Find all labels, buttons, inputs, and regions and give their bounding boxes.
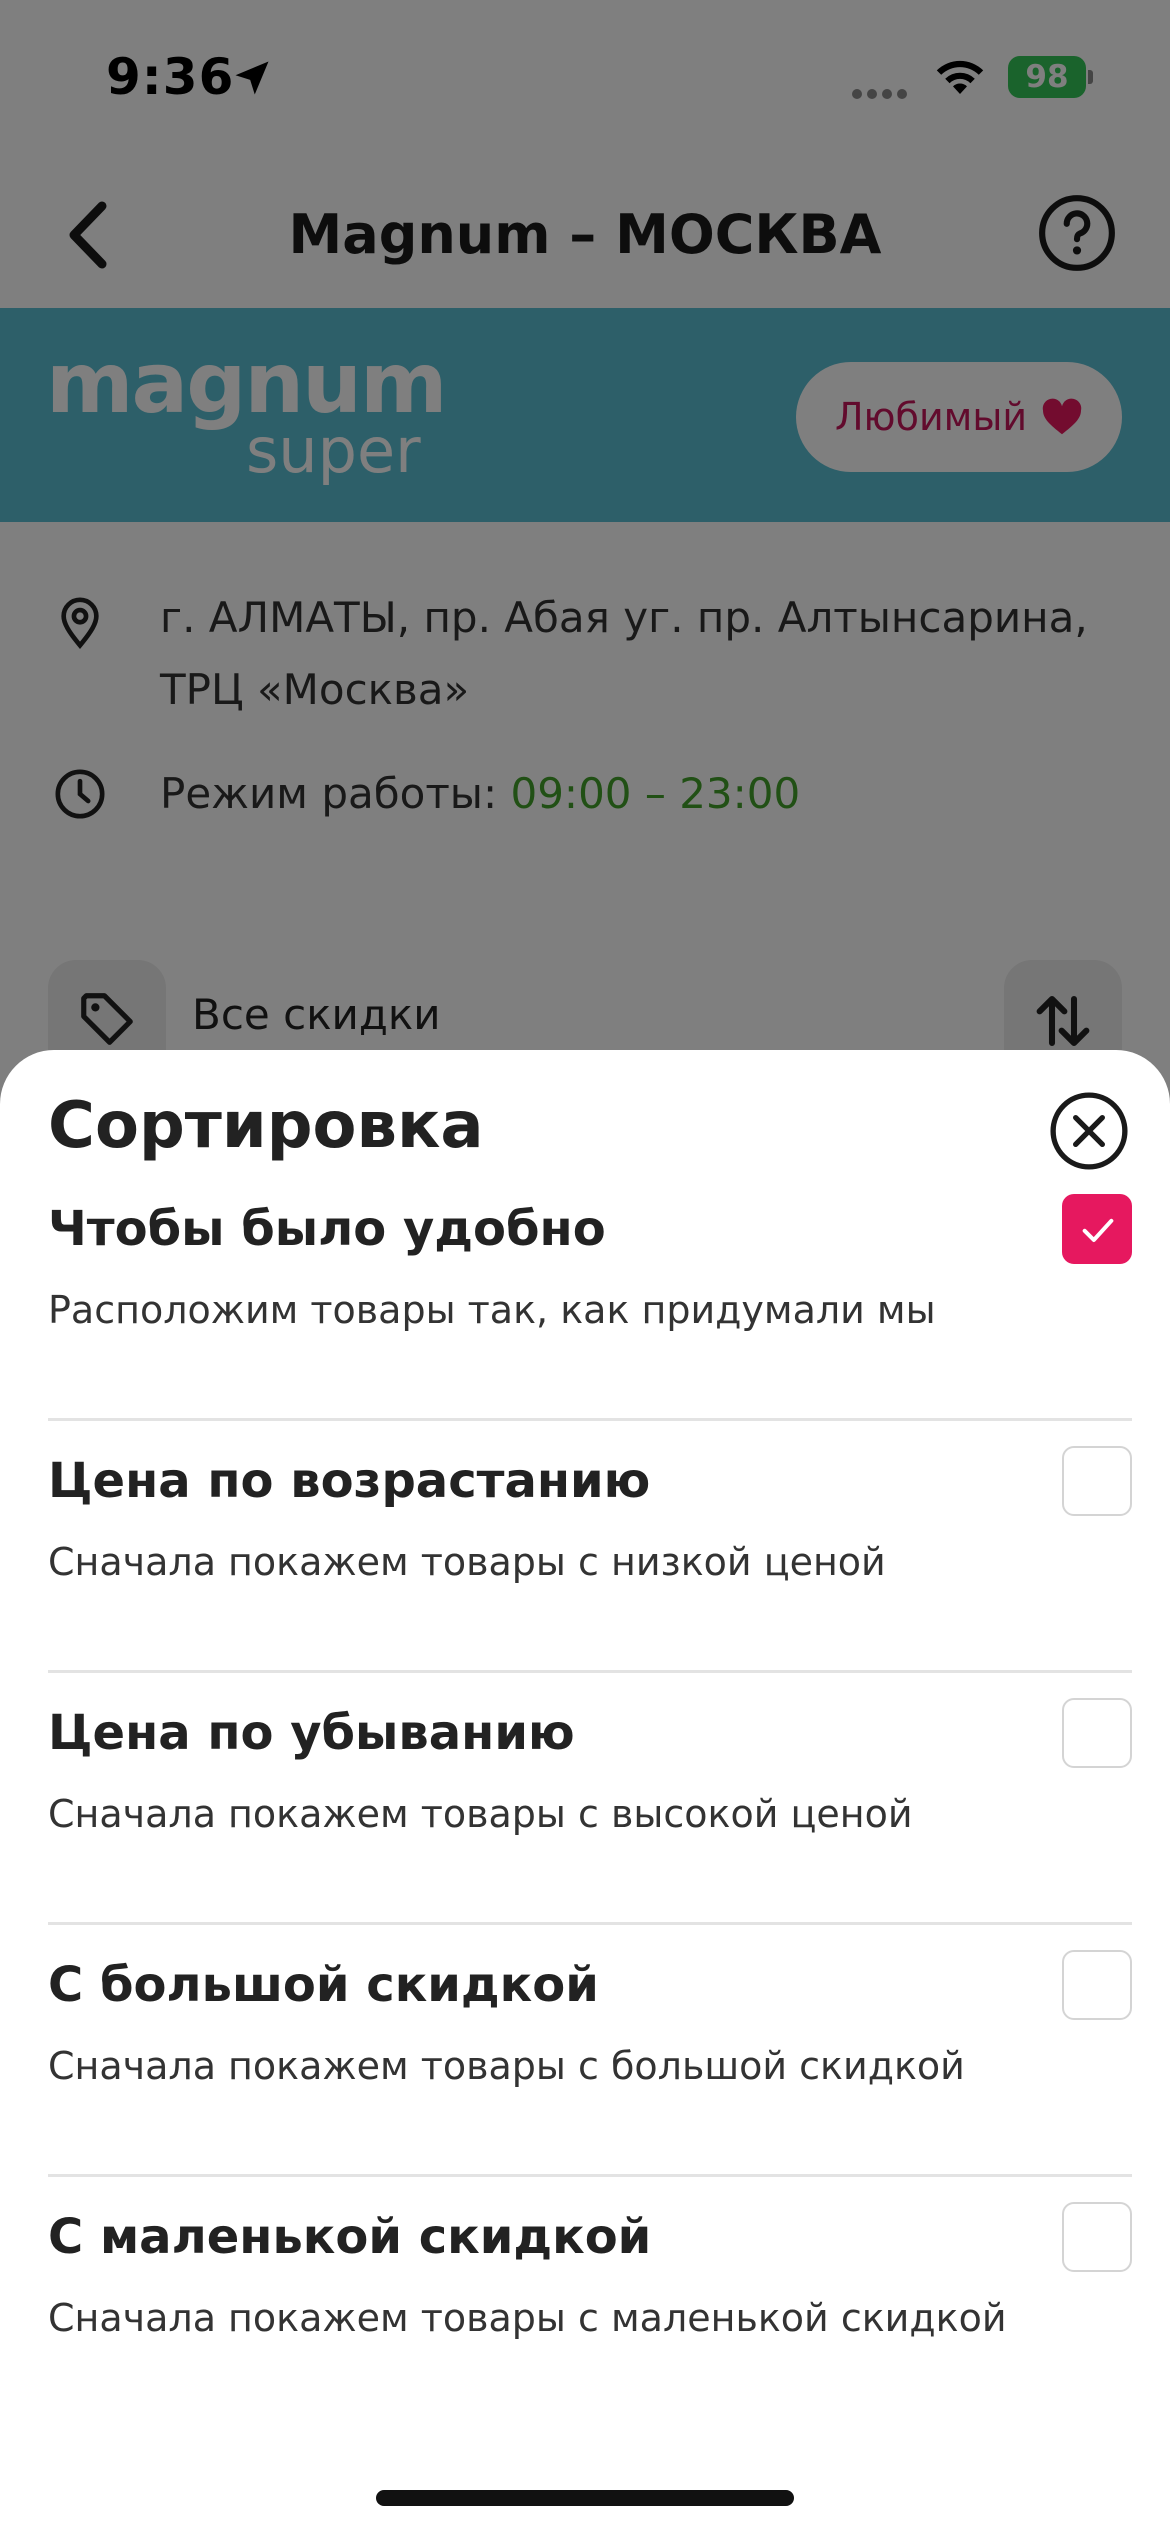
close-icon[interactable] — [1048, 1090, 1130, 1172]
sheet-title: Сортировка — [48, 1089, 484, 1163]
divider — [48, 1922, 1132, 1925]
sort-option-convenient[interactable]: Чтобы было удобно Расположим товары так,… — [0, 1194, 1170, 1450]
option-description: Сначала покажем товары с большой скидкой — [48, 2044, 965, 2088]
option-title: С большой скидкой — [48, 1957, 599, 2013]
divider — [48, 1670, 1132, 1673]
sort-options: Чтобы было удобно Расположим товары так,… — [0, 1194, 1170, 2458]
option-description: Сначала покажем товары с маленькой скидк… — [48, 2296, 1007, 2340]
option-checkbox[interactable] — [1062, 1698, 1132, 1768]
home-indicator — [376, 2490, 794, 2506]
sort-option-small-discount[interactable]: С маленькой скидкой Сначала покажем това… — [0, 2202, 1170, 2458]
divider — [48, 1418, 1132, 1421]
option-title: С маленькой скидкой — [48, 2209, 652, 2265]
option-checkbox[interactable] — [1062, 2202, 1132, 2272]
divider — [48, 2174, 1132, 2177]
option-title: Чтобы было удобно — [48, 1201, 606, 1257]
option-checkbox[interactable] — [1062, 1950, 1132, 2020]
option-description: Расположим товары так, как придумали мы — [48, 1288, 936, 1332]
option-checkbox[interactable] — [1062, 1446, 1132, 1516]
option-description: Сначала покажем товары с высокой ценой — [48, 1792, 913, 1836]
sort-sheet: Сортировка Чтобы было удобно Расположим … — [0, 1050, 1170, 2532]
sort-option-price-asc[interactable]: Цена по возрастанию Сначала покажем това… — [0, 1446, 1170, 1702]
option-title: Цена по убыванию — [48, 1705, 575, 1761]
sort-option-big-discount[interactable]: С большой скидкой Сначала покажем товары… — [0, 1950, 1170, 2206]
checkmark-icon — [1082, 1218, 1114, 1242]
option-checkbox-checked[interactable] — [1062, 1194, 1132, 1264]
option-description: Сначала покажем товары с низкой ценой — [48, 1540, 886, 1584]
sort-option-price-desc[interactable]: Цена по убыванию Сначала покажем товары … — [0, 1698, 1170, 1954]
option-title: Цена по возрастанию — [48, 1453, 651, 1509]
